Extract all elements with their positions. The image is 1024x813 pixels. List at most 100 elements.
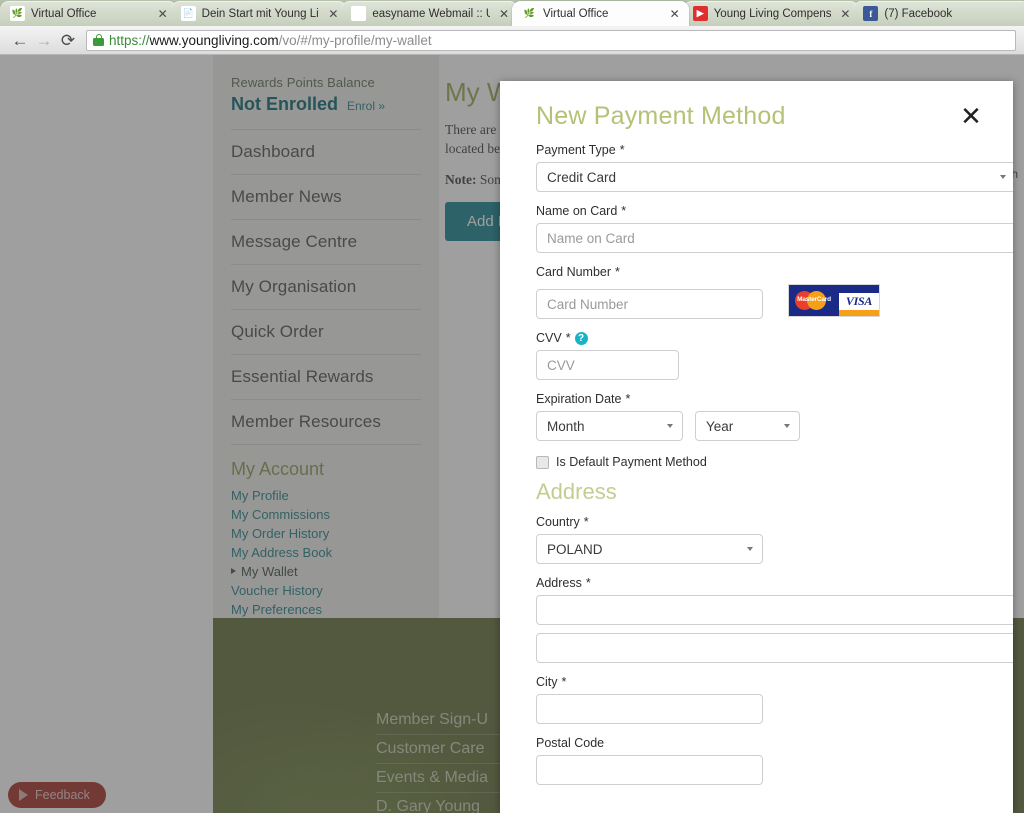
cvv-field: CVV * ? CVV bbox=[536, 331, 995, 380]
city-input[interactable] bbox=[536, 694, 763, 724]
browser-tab-2[interactable]: 📄 Dein Start mit Young Livin ✕ bbox=[170, 1, 348, 26]
name-on-card-label: Name on Card * bbox=[536, 204, 995, 218]
facebook-icon: f bbox=[863, 6, 879, 21]
postal-code-field: Postal Code bbox=[536, 736, 995, 785]
url-host: www.youngliving.com bbox=[149, 32, 279, 48]
chevron-down-icon bbox=[1000, 175, 1006, 179]
back-icon[interactable]: ← bbox=[8, 28, 32, 52]
address-bar[interactable]: https://www.youngliving.com/vo/#/my-prof… bbox=[86, 29, 1016, 51]
address-label: Address * bbox=[536, 576, 995, 590]
name-on-card-field: Name on Card * Name on Card bbox=[536, 204, 1013, 253]
tab-title: Virtual Office bbox=[31, 7, 97, 20]
postal-code-label: Postal Code bbox=[536, 736, 995, 750]
placeholder-text: CVV bbox=[547, 357, 575, 373]
chevron-down-icon bbox=[667, 424, 673, 428]
expiration-date-label: Expiration Date * bbox=[536, 392, 995, 406]
expiration-year-select[interactable]: Year bbox=[695, 411, 800, 441]
required-marker: * bbox=[621, 204, 627, 218]
country-select[interactable]: POLAND bbox=[536, 534, 763, 564]
placeholder-text: Card Number bbox=[547, 296, 629, 312]
card-number-input[interactable]: Card Number bbox=[536, 289, 763, 319]
forward-icon[interactable]: → bbox=[32, 28, 56, 52]
chevron-down-icon bbox=[784, 424, 790, 428]
expiration-row: Month Year bbox=[536, 411, 995, 441]
label-text: Country bbox=[536, 515, 580, 529]
postal-code-input[interactable] bbox=[536, 755, 763, 785]
required-marker: * bbox=[561, 675, 567, 689]
browser-tab-6[interactable]: f (7) Facebook bbox=[853, 1, 1024, 26]
document-icon: 📄 bbox=[180, 6, 196, 21]
expiration-date-field: Expiration Date * Month Year bbox=[536, 392, 995, 441]
tab-close-icon[interactable]: ✕ bbox=[496, 8, 512, 20]
navigation-bar: ← → ⟳ https://www.youngliving.com/vo/#/m… bbox=[0, 26, 1024, 55]
modal-body: Payment Type * Credit Card Name on Card * … bbox=[518, 143, 1013, 785]
mastercard-logo: MasterCard bbox=[789, 285, 839, 316]
expiration-month-select[interactable]: Month bbox=[536, 411, 683, 441]
year-value: Year bbox=[706, 418, 734, 434]
label-text: Name on Card bbox=[536, 204, 618, 218]
month-value: Month bbox=[547, 418, 585, 434]
label-text: Postal Code bbox=[536, 736, 605, 750]
new-payment-method-modal: New Payment Method ✕ Payment Type * Credi… bbox=[500, 81, 1013, 813]
country-value: POLAND bbox=[547, 541, 603, 557]
tab-close-icon[interactable]: ✕ bbox=[325, 8, 341, 20]
close-icon[interactable]: ✕ bbox=[958, 103, 984, 129]
label-text: Payment Type bbox=[536, 143, 616, 157]
visa-logo-text: VISA bbox=[845, 294, 873, 308]
tab-title: Dein Start mit Young Livin bbox=[201, 7, 320, 20]
label-text: Card Number bbox=[536, 265, 612, 279]
url-scheme: https:// bbox=[109, 32, 150, 48]
is-default-label: Is Default Payment Method bbox=[556, 455, 707, 469]
tab-title: Young Living Compensat bbox=[713, 7, 832, 20]
browser-tab-4-active[interactable]: 🌿 Virtual Office ✕ bbox=[512, 1, 689, 26]
required-marker: * bbox=[565, 331, 571, 345]
city-field: City * bbox=[536, 675, 995, 724]
accepted-cards: MasterCard VISA bbox=[788, 284, 880, 317]
country-label: Country * bbox=[536, 515, 995, 529]
card-number-label: Card Number * bbox=[536, 265, 995, 279]
payment-type-field: Payment Type * Credit Card bbox=[536, 143, 1013, 192]
chevron-down-icon bbox=[747, 547, 753, 551]
city-label: City * bbox=[536, 675, 995, 689]
cvv-input[interactable]: CVV bbox=[536, 350, 679, 380]
card-number-row: Card Number MasterCard VISA bbox=[536, 284, 995, 319]
lock-icon bbox=[93, 34, 104, 46]
payment-type-select[interactable]: Credit Card bbox=[536, 162, 1013, 192]
payment-type-label: Payment Type * bbox=[536, 143, 995, 157]
tab-title: easyname Webmail :: Utw bbox=[372, 7, 490, 20]
help-icon[interactable]: ? bbox=[574, 331, 588, 345]
address-section-heading: Address bbox=[536, 479, 617, 504]
modal-header: New Payment Method ✕ bbox=[518, 81, 995, 143]
label-text: CVV bbox=[536, 331, 562, 345]
browser-tab-3[interactable]: en easyname Webmail :: Utw ✕ bbox=[341, 1, 519, 26]
required-marker: * bbox=[583, 515, 589, 529]
youngliving-leaf-icon: 🌿 bbox=[522, 6, 538, 21]
label-text: Address bbox=[536, 576, 582, 590]
name-on-card-input[interactable]: Name on Card bbox=[536, 223, 1013, 253]
is-default-payment-method-row[interactable]: Is Default Payment Method bbox=[536, 455, 995, 469]
tab-strip: 🌿 Virtual Office ✕ 📄 Dein Start mit Youn… bbox=[0, 0, 1024, 26]
browser-tab-5[interactable]: ▶ Young Living Compensat ✕ bbox=[682, 1, 860, 26]
tab-title: (7) Facebook bbox=[884, 7, 953, 20]
visa-logo: VISA bbox=[839, 285, 879, 316]
required-marker: * bbox=[625, 392, 631, 406]
required-marker: * bbox=[585, 576, 591, 590]
url-path: /vo/#/my-profile/my-wallet bbox=[278, 32, 432, 48]
label-text: Expiration Date bbox=[536, 392, 622, 406]
address-line2-field bbox=[536, 633, 1013, 663]
cvv-label: CVV * ? bbox=[536, 331, 995, 345]
easyname-icon: en bbox=[351, 6, 367, 21]
address-line1-input[interactable] bbox=[536, 595, 1013, 625]
tab-close-icon[interactable]: ✕ bbox=[155, 8, 171, 20]
card-number-field: Card Number * Card Number MasterCard VISA bbox=[536, 265, 995, 319]
is-default-checkbox[interactable] bbox=[536, 455, 549, 469]
tab-title: Virtual Office bbox=[543, 7, 609, 20]
mastercard-logo-text: MasterCard bbox=[797, 296, 831, 303]
reload-icon[interactable]: ⟳ bbox=[56, 28, 80, 52]
browser-chrome: 🌿 Virtual Office ✕ 📄 Dein Start mit Youn… bbox=[0, 0, 1024, 55]
browser-tab-1[interactable]: 🌿 Virtual Office ✕ bbox=[0, 1, 177, 26]
tab-close-icon[interactable]: ✕ bbox=[667, 8, 683, 20]
address-line2-input[interactable] bbox=[536, 633, 1013, 663]
tab-close-icon[interactable]: ✕ bbox=[837, 8, 853, 20]
youngliving-leaf-icon: 🌿 bbox=[10, 6, 25, 21]
